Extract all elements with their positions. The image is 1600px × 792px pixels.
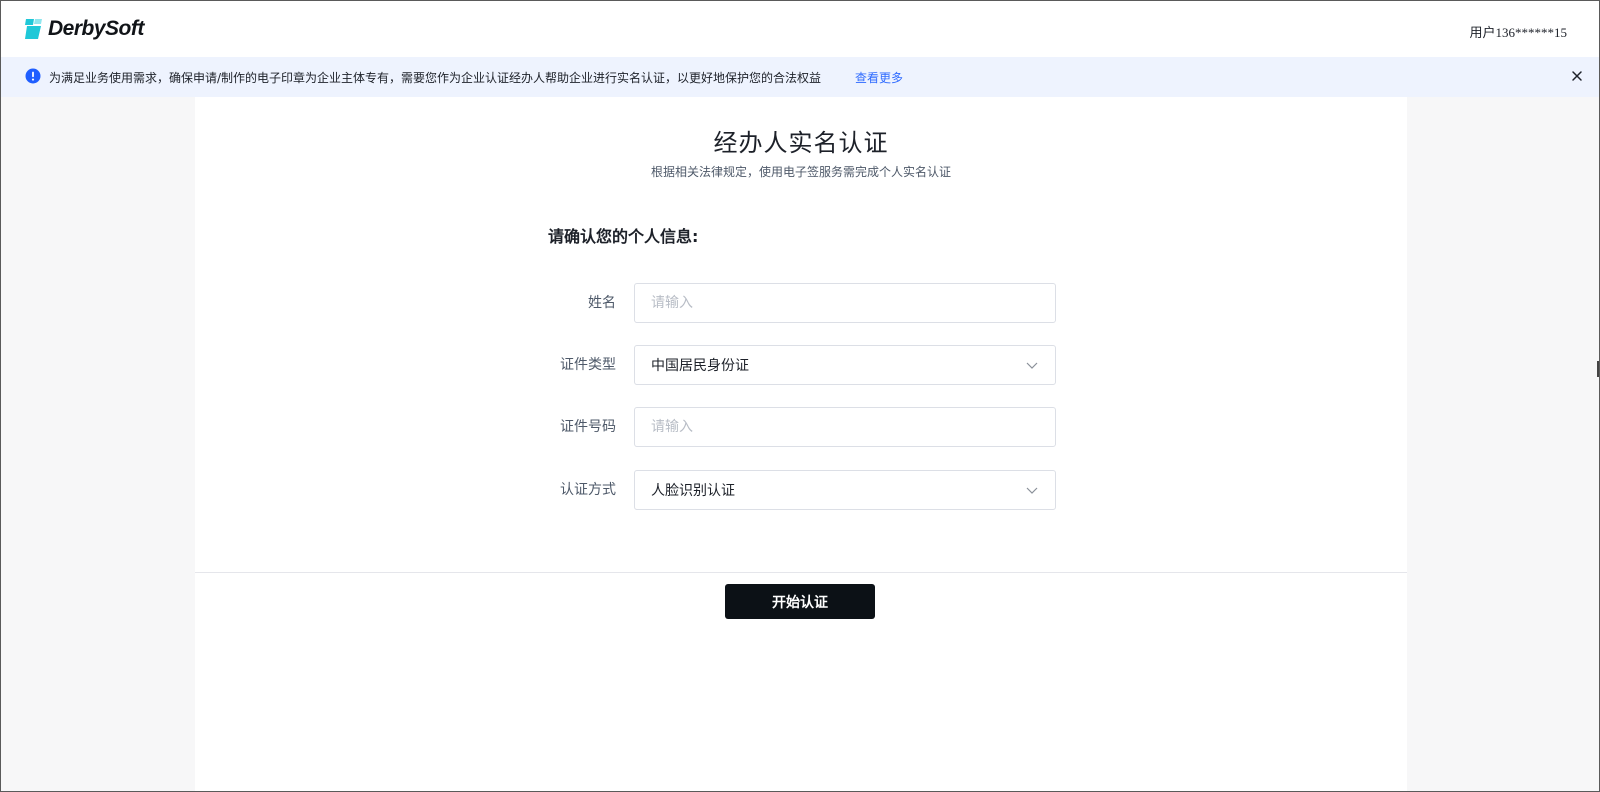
form-row-id-type: 证件类型 中国居民身份证 — [548, 345, 1058, 385]
derbysoft-logo[interactable]: DerbySoft — [25, 17, 144, 41]
id-type-select[interactable]: 中国居民身份证 — [634, 345, 1056, 385]
form-row-name: 姓名 — [548, 283, 1058, 323]
verify-method-label: 认证方式 — [560, 482, 616, 498]
top-header: DerbySoft 用户136******15 — [1, 1, 1599, 57]
window-edge-marker — [1597, 361, 1599, 377]
chevron-down-icon — [1026, 362, 1038, 369]
page-title: 经办人实名认证 — [713, 129, 889, 157]
verify-method-select[interactable]: 人脸识别认证 — [634, 470, 1056, 510]
id-number-input[interactable] — [634, 407, 1056, 447]
view-more-link[interactable]: 查看更多 — [855, 69, 903, 86]
notice-text: 为满足业务使用需求，确保申请/制作的电子印章为企业主体专有，需要您作为企业认证经… — [49, 71, 822, 85]
id-type-value: 中国居民身份证 — [651, 358, 749, 374]
start-verification-button[interactable]: 开始认证 — [725, 584, 875, 619]
id-type-label: 证件类型 — [560, 357, 616, 373]
form-row-verify-method: 认证方式 人脸识别认证 — [548, 470, 1058, 510]
verify-method-value: 人脸识别认证 — [651, 483, 735, 499]
info-icon — [25, 68, 41, 84]
form-row-id-number: 证件号码 — [548, 407, 1058, 447]
page-subtitle: 根据相关法律规定，使用电子签服务需完成个人实名认证 — [650, 165, 951, 179]
close-icon[interactable] — [1569, 68, 1585, 84]
notice-banner: 为满足业务使用需求，确保申请/制作的电子印章为企业主体专有，需要您作为企业认证经… — [1, 57, 1599, 97]
footer-divider — [195, 572, 1407, 573]
app-window: DerbySoft 用户136******15 为满足业务使用需求，确保申请/制… — [0, 0, 1600, 792]
derbysoft-logo-icon — [25, 19, 42, 39]
verification-card: 经办人实名认证 根据相关法律规定，使用电子签服务需完成个人实名认证 请确认您的个… — [195, 97, 1407, 791]
name-input[interactable] — [634, 283, 1056, 323]
chevron-down-icon — [1026, 487, 1038, 494]
id-number-label: 证件号码 — [560, 419, 616, 435]
section-title: 请确认您的个人信息: — [548, 227, 699, 246]
logo-text: DerbySoft — [48, 17, 144, 40]
user-account-label[interactable]: 用户136******15 — [1469, 22, 1567, 41]
name-label: 姓名 — [588, 295, 616, 311]
